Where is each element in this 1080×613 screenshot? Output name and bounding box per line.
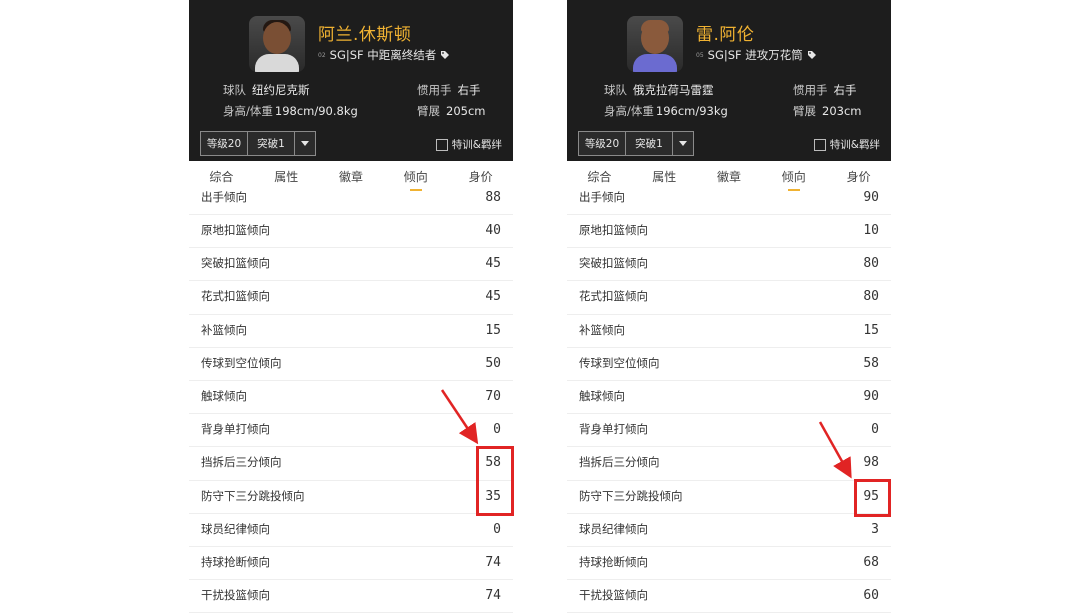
list-item: 传球到空位倾向 58 — [567, 348, 891, 381]
list-item: 出手倾向 90 — [567, 182, 891, 215]
list-item: 挡拆后三分倾向 58 — [189, 447, 513, 481]
training-toggle[interactable]: 特训&羁绊 — [813, 137, 880, 152]
training-toggle[interactable]: 特训&羁绊 — [435, 137, 502, 152]
tag-icon[interactable] — [807, 50, 817, 60]
chevron-down-icon — [679, 141, 687, 146]
position-line: 02 SG|SF 中距离终结者 — [318, 47, 450, 63]
training-label: 特训&羁绊 — [451, 139, 502, 151]
list-item: 补篮倾向 15 — [567, 315, 891, 348]
level-controls: 等级20 突破1 — [200, 131, 316, 156]
position-desc: SG|SF 中距离终结者 — [329, 48, 437, 62]
list-item: 原地扣篮倾向 40 — [189, 215, 513, 249]
hand-info: 惯用手 右手 — [417, 83, 481, 97]
wingspan-info: 臂展 203cm — [793, 104, 862, 118]
list-item: 干扰投篮倾向 60 — [567, 580, 891, 613]
training-label: 特训&羁绊 — [829, 139, 880, 151]
jersey-number: 05 — [696, 51, 704, 59]
list-item: 持球抢断倾向 68 — [567, 547, 891, 581]
jersey-number: 02 — [318, 51, 326, 59]
tag-icon[interactable] — [440, 50, 450, 60]
level-controls: 等级20 突破1 — [578, 131, 694, 156]
list-item: 原地扣篮倾向 10 — [567, 215, 891, 249]
tendency-list: 出手倾向 90 原地扣篮倾向 10 突破扣篮倾向 80 花式扣篮倾向 80 补篮倾向 15… — [567, 182, 891, 613]
list-item: 传球到空位倾向 50 — [189, 348, 513, 381]
training-checkbox[interactable] — [435, 138, 448, 151]
list-item: 花式扣篮倾向 45 — [189, 281, 513, 315]
player-header: 雷.阿伦 05 SG|SF 进攻万花筒 球队 俄克拉荷马雷霆 惯用手 右手 身高/体… — [567, 0, 891, 161]
position-line: 05 SG|SF 进攻万花筒 — [696, 47, 817, 63]
list-item: 花式扣篮倾向 80 — [567, 281, 891, 315]
dropdown-button[interactable] — [673, 131, 694, 156]
list-item: 突破扣篮倾向 80 — [567, 248, 891, 282]
player-avatar — [627, 16, 683, 72]
team-info: 球队 俄克拉荷马雷霆 — [604, 83, 714, 97]
player-card-left: 阿兰.休斯顿 02 SG|SF 中距离终结者 球队 纽约尼克斯 惯用手 右手 身高/… — [189, 0, 513, 613]
position-desc: SG|SF 进攻万花筒 — [707, 48, 803, 62]
list-item: 防守下三分跳投倾向 35 — [189, 481, 513, 514]
team-info: 球队 纽约尼克斯 — [223, 83, 310, 97]
list-item: 出手倾向 88 — [189, 182, 513, 215]
arrow-icon-left — [440, 389, 479, 445]
breakthrough-button[interactable]: 突破1 — [626, 131, 673, 156]
chevron-down-icon — [301, 141, 309, 146]
height-weight-info: 身高/体重 196cm/93kg — [604, 104, 728, 118]
hand-info: 惯用手 右手 — [793, 83, 857, 97]
player-header: 阿兰.休斯顿 02 SG|SF 中距离终结者 球队 纽约尼克斯 惯用手 右手 身高/… — [189, 0, 513, 161]
level-button[interactable]: 等级20 — [200, 131, 248, 156]
list-item: 突破扣篮倾向 45 — [189, 248, 513, 282]
training-checkbox[interactable] — [813, 138, 826, 151]
breakthrough-button[interactable]: 突破1 — [248, 131, 295, 156]
dropdown-button[interactable] — [295, 131, 316, 156]
list-item: 补篮倾向 15 — [189, 315, 513, 348]
list-item: 球员纪律倾向 3 — [567, 514, 891, 547]
list-item: 球员纪律倾向 0 — [189, 514, 513, 547]
wingspan-info: 臂展 205cm — [417, 104, 486, 118]
player-card-right: 雷.阿伦 05 SG|SF 进攻万花筒 球队 俄克拉荷马雷霆 惯用手 右手 身高/体… — [567, 0, 891, 613]
highlight-box-left — [476, 446, 514, 516]
list-item: 持球抢断倾向 74 — [189, 547, 513, 581]
player-avatar — [249, 16, 305, 72]
player-name: 雷.阿伦 — [696, 25, 755, 45]
arrow-icon-right — [818, 421, 852, 479]
list-item: 触球倾向 90 — [567, 381, 891, 415]
level-button[interactable]: 等级20 — [578, 131, 626, 156]
height-weight-info: 身高/体重 198cm/90.8kg — [223, 104, 358, 118]
list-item: 干扰投篮倾向 74 — [189, 580, 513, 613]
player-name: 阿兰.休斯顿 — [318, 25, 412, 45]
